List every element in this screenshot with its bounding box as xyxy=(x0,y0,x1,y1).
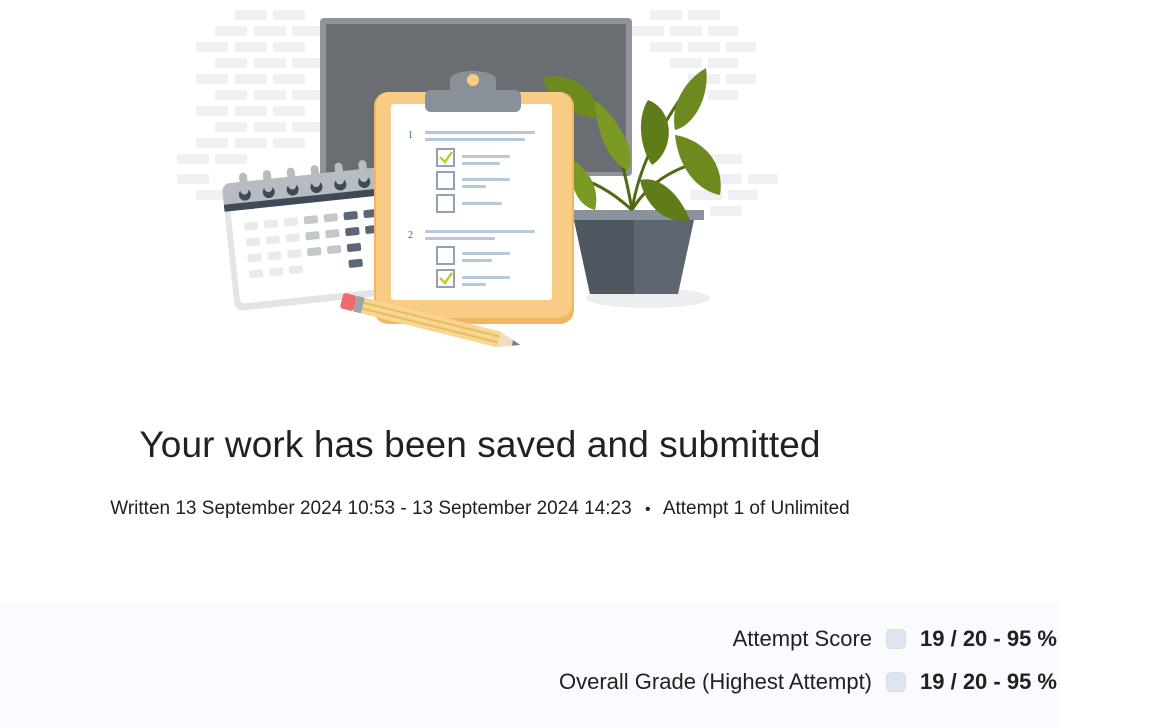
attempt-count: Attempt 1 of Unlimited xyxy=(662,498,850,519)
written-dates: Written 13 September 2024 10:53 - 13 Sep… xyxy=(110,498,632,519)
submission-illustration: 1 2 xyxy=(170,0,790,360)
attempt-score-row: Attempt Score 19 / 20 - 95 % xyxy=(0,624,1060,654)
attempt-score-label: Attempt Score xyxy=(732,626,873,651)
clipboard-question-2-number: 2 xyxy=(408,230,413,241)
overall-grade-row: Overall Grade (Highest Attempt) 19 / 20 … xyxy=(0,667,1060,697)
score-panel: Attempt Score 19 / 20 - 95 % Overall Gra… xyxy=(0,602,1060,728)
clipboard-question-1-number: 1 xyxy=(408,130,413,141)
score-indicator-icon xyxy=(886,672,907,692)
illustration-svg: 1 2 xyxy=(177,10,778,348)
submission-confirmation-page: 1 2 Your work has been saved and submitt… xyxy=(0,0,1155,728)
score-indicator-icon xyxy=(886,629,907,649)
overall-grade-value: 19 / 20 - 95 % xyxy=(920,669,1057,694)
submission-meta: Written 13 September 2024 10:53 - 13 Sep… xyxy=(0,498,960,520)
overall-grade-label: Overall Grade (Highest Attempt) xyxy=(559,669,873,694)
clipboard-icon: 1 2 xyxy=(374,71,574,324)
attempt-score-value: 19 / 20 - 95 % xyxy=(920,626,1057,651)
meta-separator: • xyxy=(644,501,651,518)
calendar-icon xyxy=(222,160,394,311)
page-title: Your work has been saved and submitted xyxy=(139,424,821,465)
